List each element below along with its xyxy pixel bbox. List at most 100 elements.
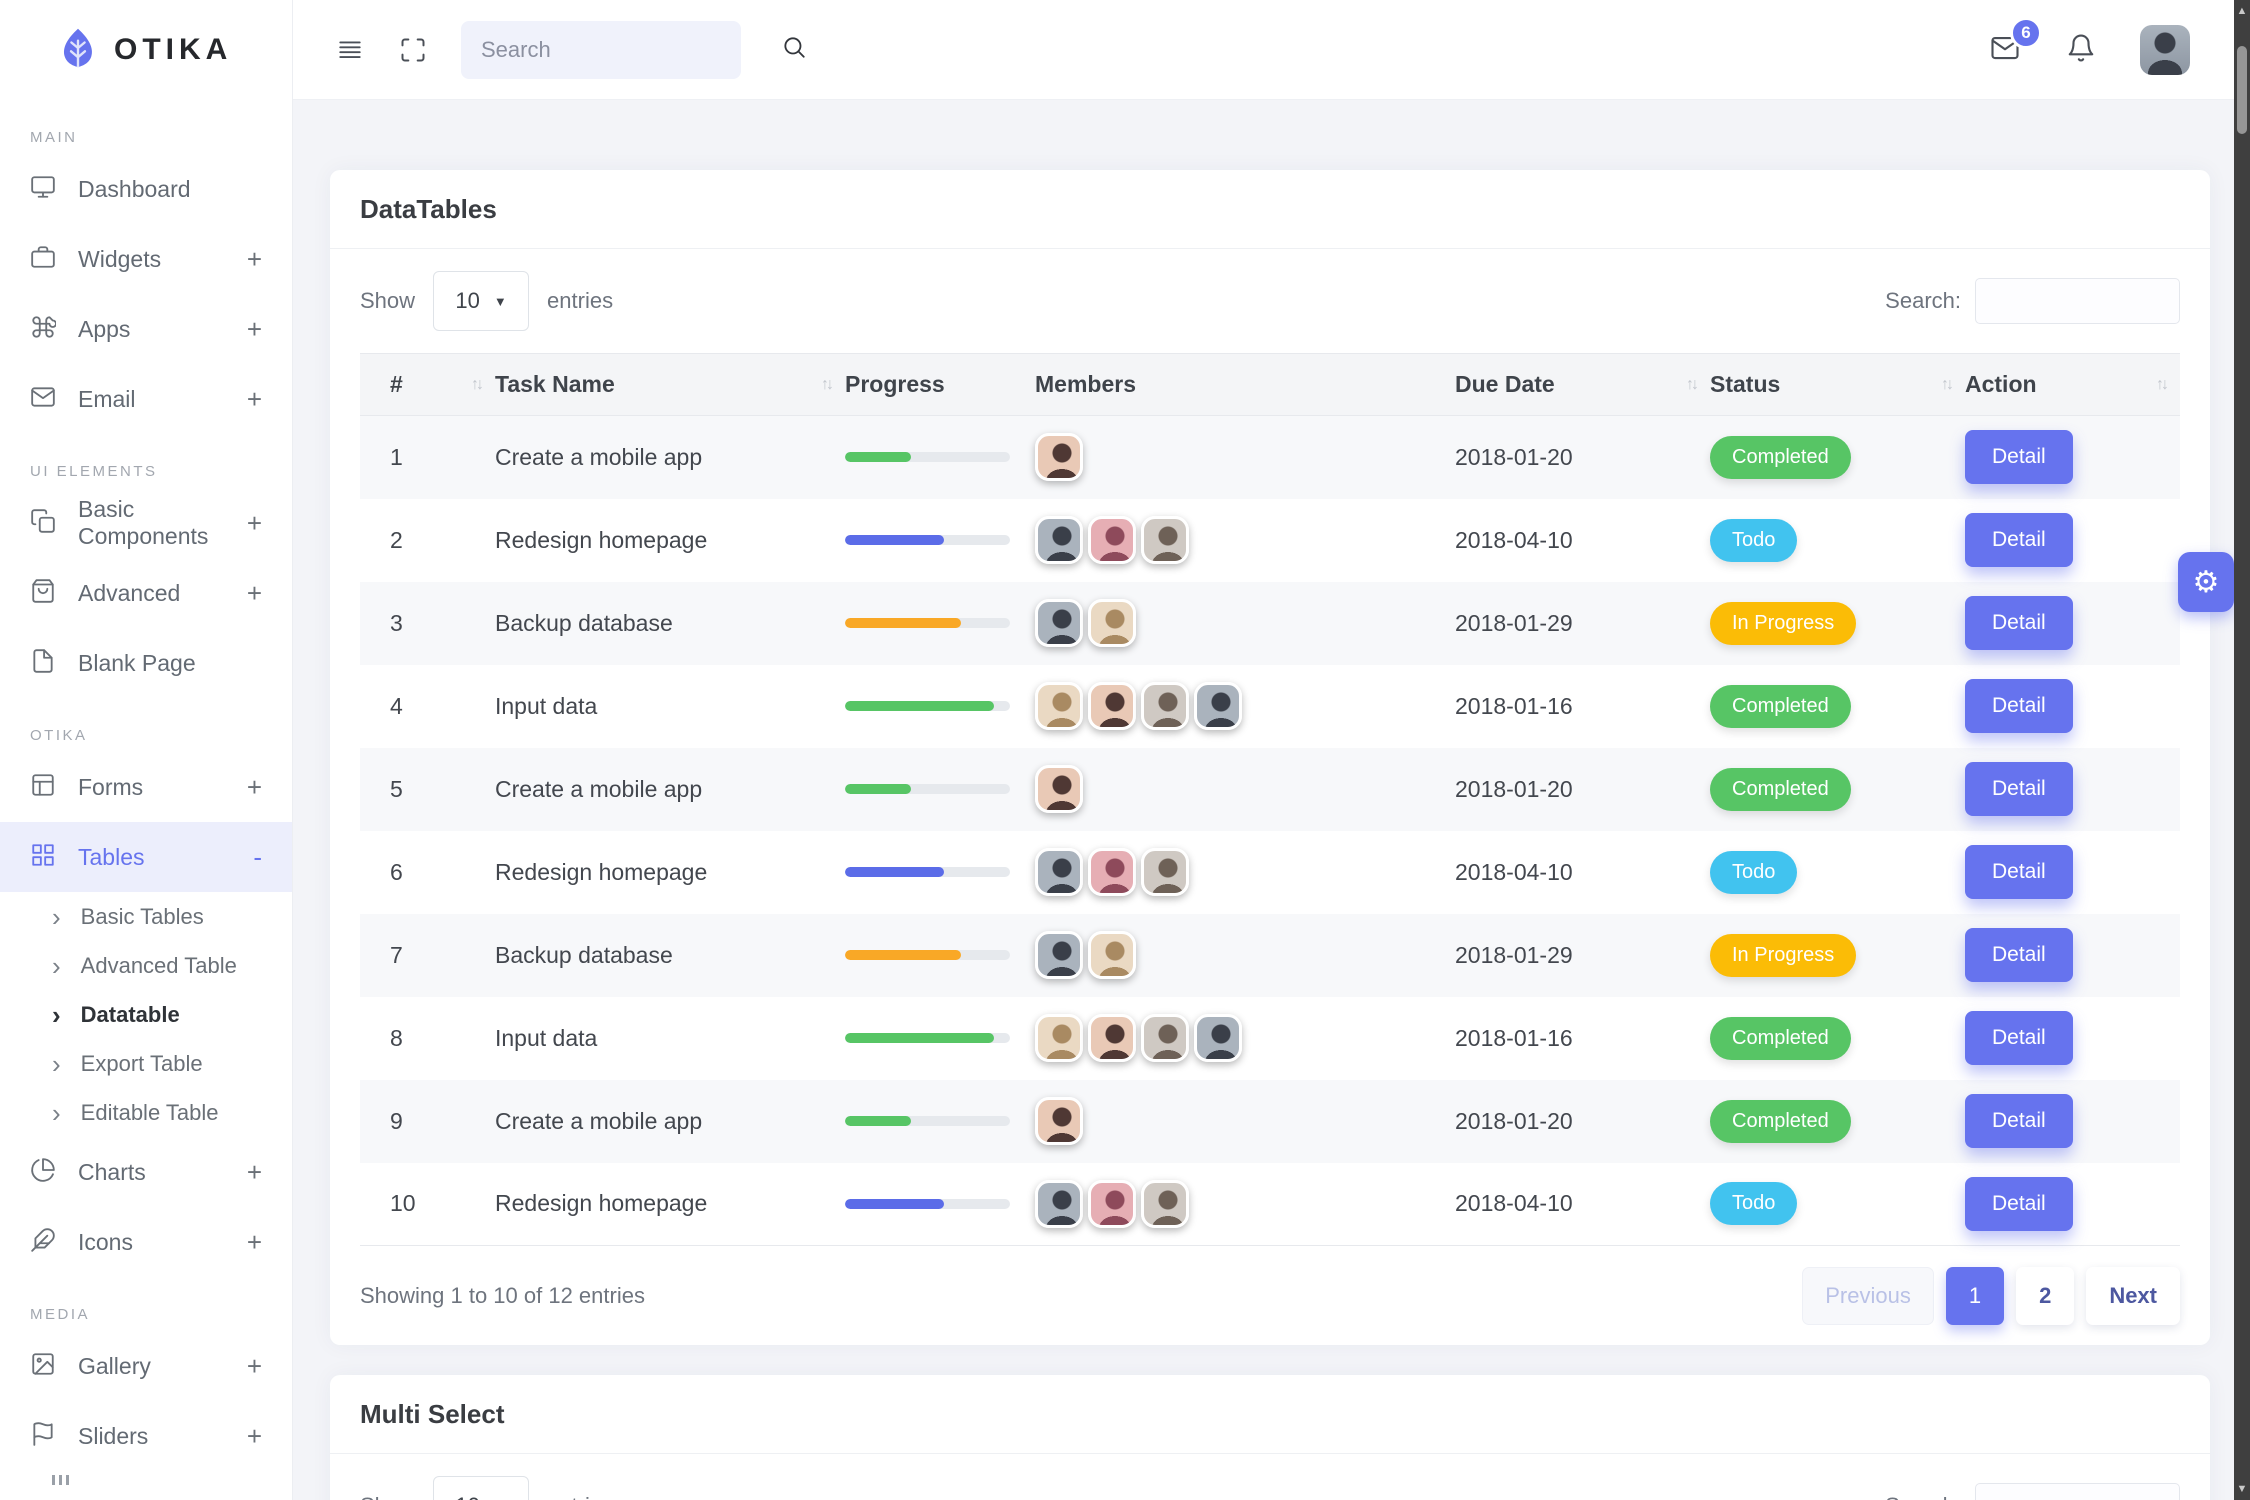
collapse-minus-icon[interactable]: - — [253, 842, 262, 873]
hamburger-menu-icon[interactable] — [335, 37, 365, 63]
detail-button[interactable]: Detail — [1965, 430, 2073, 484]
member-avatar[interactable] — [1088, 599, 1136, 647]
table-row[interactable]: 6 Redesign homepage 2018-04-10 Todo Deta… — [360, 831, 2180, 914]
member-avatar[interactable] — [1088, 516, 1136, 564]
expand-plus-icon[interactable]: + — [247, 244, 262, 275]
table-row[interactable]: 10 Redesign homepage 2018-04-10 Todo Det… — [360, 1163, 2180, 1246]
sort-arrows-icon[interactable]: ↑↓ — [2156, 376, 2166, 394]
expand-plus-icon[interactable]: + — [247, 508, 262, 539]
sidebar-item-widgets[interactable]: Widgets + — [0, 224, 292, 294]
member-avatar[interactable] — [1141, 848, 1189, 896]
sidebar-item-icons[interactable]: Icons + — [0, 1207, 292, 1277]
member-avatar[interactable] — [1141, 1014, 1189, 1062]
detail-button[interactable]: Detail — [1965, 1094, 2073, 1148]
expand-plus-icon[interactable]: + — [247, 772, 262, 803]
member-avatar[interactable] — [1088, 682, 1136, 730]
table-search-input[interactable] — [1975, 1483, 2180, 1500]
member-avatar[interactable] — [1035, 931, 1083, 979]
sidebar-subitem-export-table[interactable]: › Export Table — [0, 1039, 292, 1088]
sidebar-item-tables[interactable]: Tables - — [0, 822, 292, 892]
member-avatar[interactable] — [1035, 433, 1083, 481]
sidebar-item-advanced[interactable]: Advanced + — [0, 558, 292, 628]
sidebar-item-charts[interactable]: Charts + — [0, 1137, 292, 1207]
brand-logo[interactable]: OTIKA — [0, 0, 292, 100]
detail-button[interactable]: Detail — [1965, 679, 2073, 733]
member-avatar[interactable] — [1194, 682, 1242, 730]
page-button-previous[interactable]: Previous — [1802, 1267, 1934, 1325]
detail-button[interactable]: Detail — [1965, 596, 2073, 650]
column-header-status[interactable]: Status↑↓ — [1710, 354, 1965, 416]
expand-plus-icon[interactable]: + — [247, 1351, 262, 1382]
sidebar-subitem-editable-table[interactable]: › Editable Table — [0, 1088, 292, 1137]
search-input[interactable] — [481, 37, 769, 63]
member-avatar[interactable] — [1035, 682, 1083, 730]
table-row[interactable]: 5 Create a mobile app 2018-01-20 Complet… — [360, 748, 2180, 831]
expand-plus-icon[interactable]: + — [247, 578, 262, 609]
column-header-action[interactable]: Action↑↓ — [1965, 354, 2180, 416]
page-button-next[interactable]: Next — [2086, 1267, 2180, 1325]
sidebar-item-gallery[interactable]: Gallery + — [0, 1331, 292, 1401]
sidebar-subitem-basic-tables[interactable]: › Basic Tables — [0, 892, 292, 941]
detail-button[interactable]: Detail — [1965, 1011, 2073, 1065]
table-row[interactable]: 7 Backup database 2018-01-29 In Progress… — [360, 914, 2180, 997]
sidebar-item-apps[interactable]: Apps + — [0, 294, 292, 364]
user-avatar[interactable] — [2140, 25, 2190, 75]
table-row[interactable]: 8 Input data 2018-01-16 Completed Detail — [360, 997, 2180, 1080]
table-row[interactable]: 2 Redesign homepage 2018-04-10 Todo Deta… — [360, 499, 2180, 582]
page-size-select[interactable]: 10 ▼ — [433, 271, 529, 331]
scroll-down-icon[interactable]: ▼ — [2234, 1483, 2250, 1495]
expand-plus-icon[interactable]: + — [247, 1421, 262, 1452]
scroll-up-icon[interactable]: ▲ — [2234, 5, 2250, 17]
table-row[interactable]: 4 Input data 2018-01-16 Completed Detail — [360, 665, 2180, 748]
sidebar-item-dashboard[interactable]: Dashboard — [0, 154, 292, 224]
page-size-select[interactable]: 10 ▼ — [433, 1476, 529, 1500]
sort-arrows-icon[interactable]: ↑↓ — [471, 376, 481, 394]
table-row[interactable]: 9 Create a mobile app 2018-01-20 Complet… — [360, 1080, 2180, 1163]
expand-plus-icon[interactable]: + — [247, 1227, 262, 1258]
sidebar-item-forms[interactable]: Forms + — [0, 752, 292, 822]
page-button-1[interactable]: 1 — [1946, 1267, 2004, 1325]
member-avatar[interactable] — [1141, 1180, 1189, 1228]
member-avatar[interactable] — [1088, 1180, 1136, 1228]
member-avatar[interactable] — [1035, 765, 1083, 813]
member-avatar[interactable] — [1035, 1014, 1083, 1062]
sidebar-item-sliders[interactable]: Sliders + — [0, 1401, 292, 1471]
notifications-bell-icon[interactable] — [2066, 32, 2096, 67]
vertical-scrollbar[interactable]: ▲ ▼ — [2234, 0, 2250, 1500]
member-avatar[interactable] — [1035, 1180, 1083, 1228]
detail-button[interactable]: Detail — [1965, 845, 2073, 899]
sidebar-item-email[interactable]: Email + — [0, 364, 292, 434]
member-avatar[interactable] — [1141, 682, 1189, 730]
messages-icon[interactable]: 6 — [1988, 33, 2022, 66]
expand-plus-icon[interactable]: + — [247, 1157, 262, 1188]
table-search-input[interactable] — [1975, 278, 2180, 324]
member-avatar[interactable] — [1088, 1014, 1136, 1062]
search-icon[interactable] — [781, 34, 807, 65]
expand-plus-icon[interactable]: + — [247, 314, 262, 345]
member-avatar[interactable] — [1035, 599, 1083, 647]
table-row[interactable]: 1 Create a mobile app 2018-01-20 Complet… — [360, 416, 2180, 499]
page-button-2[interactable]: 2 — [2016, 1267, 2074, 1325]
member-avatar[interactable] — [1088, 931, 1136, 979]
sort-arrows-icon[interactable]: ↑↓ — [821, 376, 831, 394]
sort-arrows-icon[interactable]: ↑↓ — [1686, 376, 1696, 394]
settings-gear-button[interactable]: ⚙ — [2178, 552, 2234, 612]
member-avatar[interactable] — [1035, 516, 1083, 564]
column-header-task-name[interactable]: Task Name↑↓ — [495, 354, 845, 416]
detail-button[interactable]: Detail — [1965, 928, 2073, 982]
column-header-index[interactable]: #↑↓ — [360, 354, 495, 416]
column-header-due-date[interactable]: Due Date↑↓ — [1455, 354, 1710, 416]
scrollbar-thumb[interactable] — [2237, 46, 2247, 134]
member-avatar[interactable] — [1141, 516, 1189, 564]
member-avatar[interactable] — [1088, 848, 1136, 896]
member-avatar[interactable] — [1035, 848, 1083, 896]
member-avatar[interactable] — [1035, 1097, 1083, 1145]
fullscreen-icon[interactable] — [399, 36, 427, 64]
sidebar-subitem-datatable[interactable]: › Datatable — [0, 990, 292, 1039]
sidebar-subitem-advanced-table[interactable]: › Advanced Table — [0, 941, 292, 990]
detail-button[interactable]: Detail — [1965, 762, 2073, 816]
detail-button[interactable]: Detail — [1965, 513, 2073, 567]
table-row[interactable]: 3 Backup database 2018-01-29 In Progress… — [360, 582, 2180, 665]
sidebar-item-blank-page[interactable]: Blank Page — [0, 628, 292, 698]
member-avatar[interactable] — [1194, 1014, 1242, 1062]
